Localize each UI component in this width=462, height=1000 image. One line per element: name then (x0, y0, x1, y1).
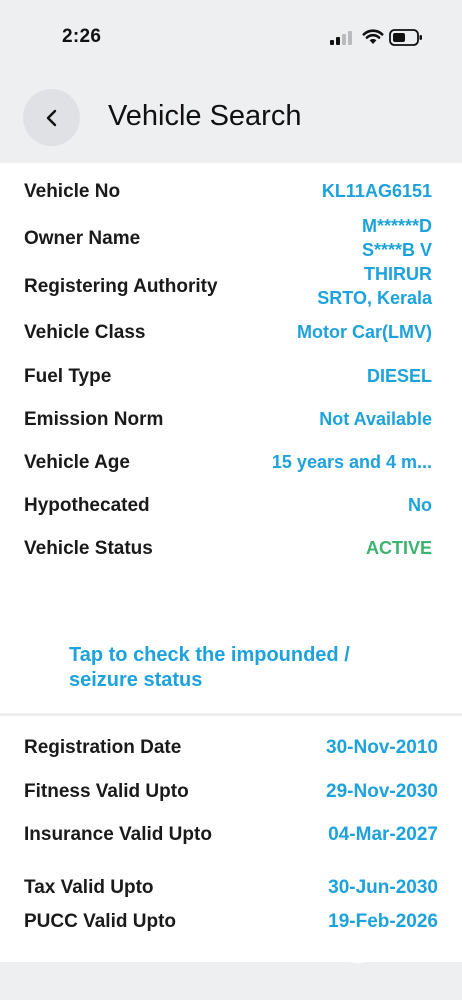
detail-value-line1: THIRUR (364, 264, 432, 284)
validity-value: 29-Nov-2030 (326, 781, 438, 802)
detail-label: Emission Norm (24, 409, 164, 430)
validity-value: 30-Jun-2030 (328, 877, 438, 898)
cellular-signal-icon (330, 31, 352, 45)
detail-value: No (408, 495, 432, 515)
detail-value: DIESEL (366, 366, 432, 386)
battery-icon (389, 29, 422, 46)
detail-label: Vehicle Status (24, 538, 153, 559)
validity-value: 04-Mar-2027 (328, 824, 438, 845)
back-button[interactable] (23, 89, 80, 146)
detail-label: Fuel Type (24, 366, 112, 387)
detail-label: Vehicle Class (24, 322, 146, 343)
validity-label: Tax Valid Upto (24, 877, 154, 898)
status-bar: 2:26 (0, 0, 462, 70)
validity-label: Fitness Valid Upto (24, 781, 189, 802)
detail-value-line1: M******D (361, 216, 432, 236)
validity-value: 30-Nov-2010 (326, 737, 438, 758)
impound-status-link[interactable]: Tap to check the impounded / seizure sta… (69, 643, 409, 693)
status-badge: ACTIVE (365, 538, 432, 558)
validity-label: Registration Date (24, 737, 182, 758)
detail-label: Hypothecated (24, 495, 150, 516)
detail-value-line2: SRTO, Kerala (317, 288, 432, 308)
page-title: Vehicle Search (108, 100, 302, 132)
validity-label: Insurance Valid Upto (24, 824, 212, 845)
detail-value: Not Available (319, 409, 432, 429)
olx-watermark-logo (340, 918, 430, 978)
chevron-left-icon (46, 109, 56, 126)
detail-label: Vehicle No (24, 181, 121, 202)
detail-label: Vehicle Age (24, 452, 130, 473)
detail-value: Motor Car(LMV) (297, 322, 432, 342)
vehicle-details-card: Vehicle No KL11AG6151 Owner Name M******… (0, 163, 462, 713)
detail-value-line2: S****B V (361, 240, 432, 260)
detail-label: Owner Name (24, 228, 141, 249)
header: Vehicle Search (0, 80, 462, 160)
detail-value: 15 years and 4 m... (271, 452, 432, 472)
status-time: 2:26 (62, 26, 102, 47)
wifi-icon (362, 29, 384, 44)
vehicle-search-screen: 2:26 Vehicle Search Vehicle No KL11AG615… (0, 0, 462, 1000)
detail-value: KL11AG6151 (321, 181, 432, 201)
validity-label: PUCC Valid Upto (24, 911, 177, 932)
detail-label: Registering Authority (24, 276, 218, 297)
